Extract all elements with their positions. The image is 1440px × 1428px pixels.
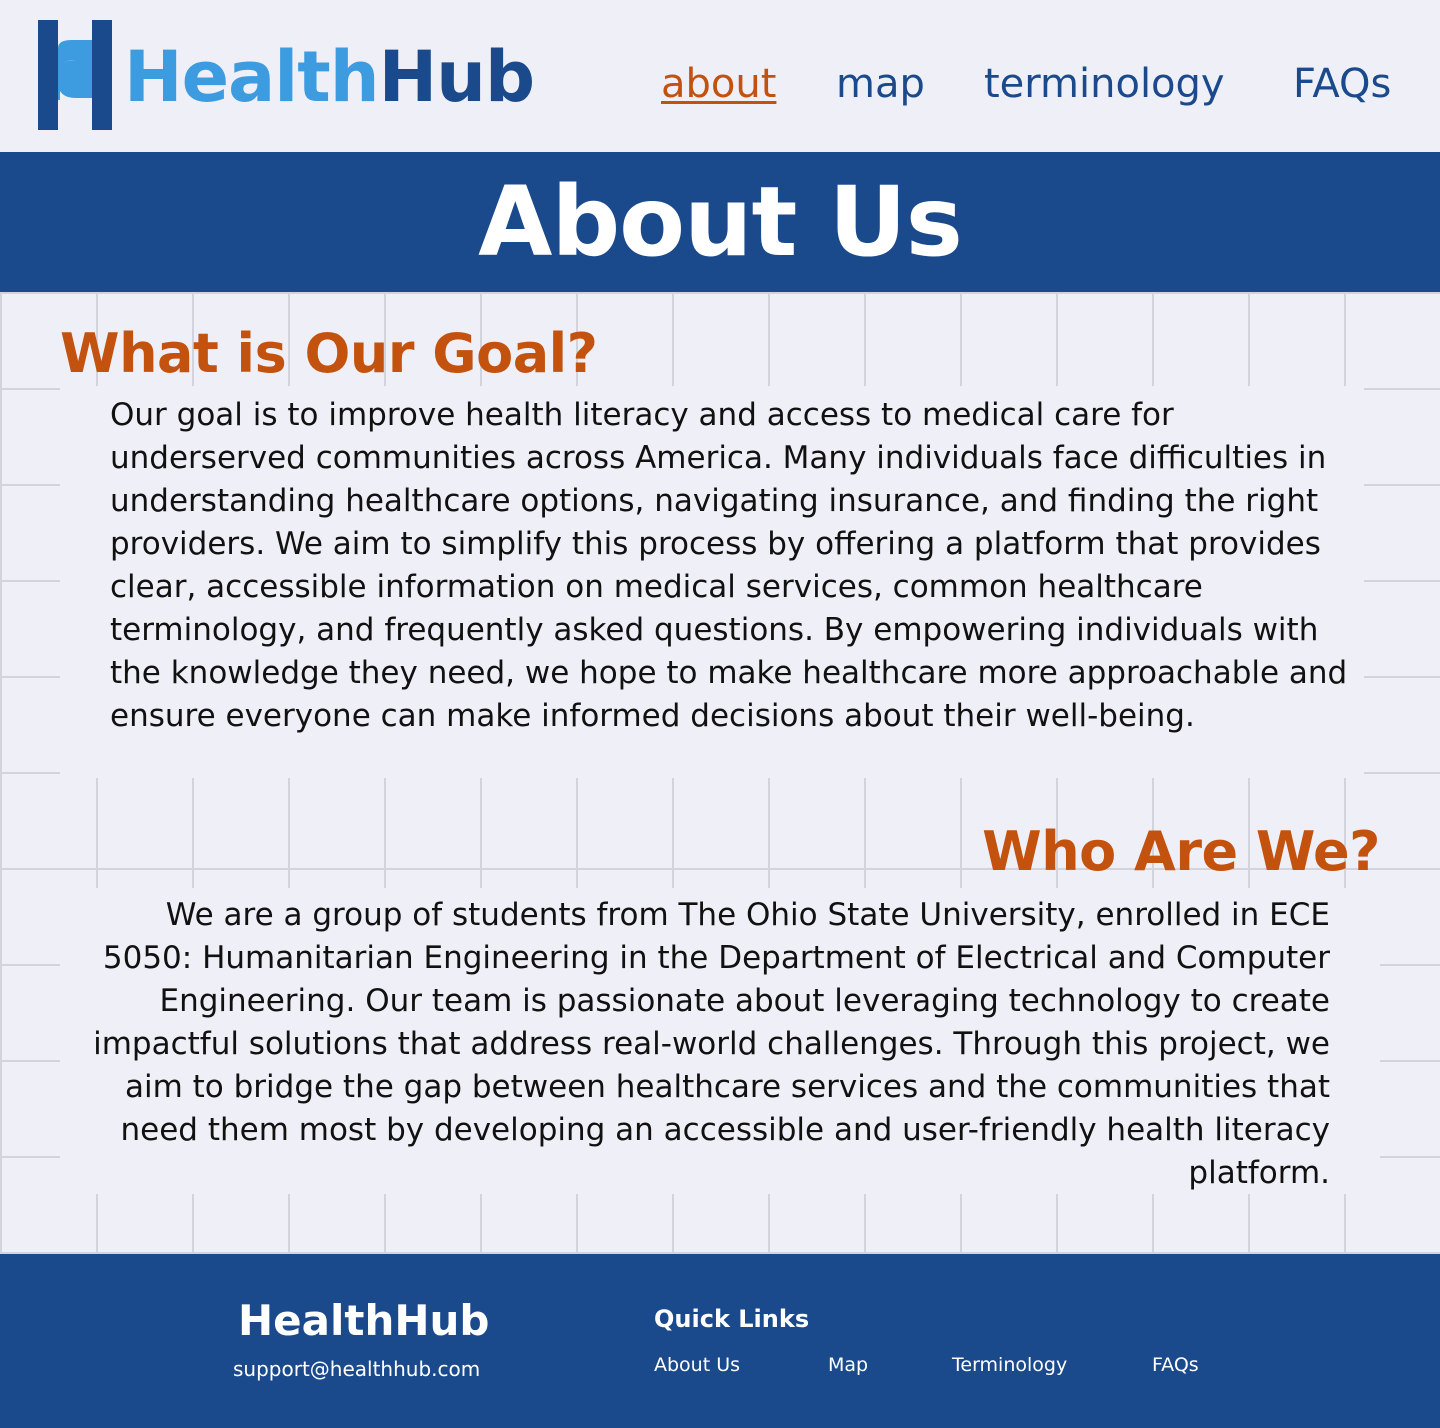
who-paragraph: We are a group of students from The Ohio… <box>93 897 1330 1191</box>
nav-link-terminology[interactable]: terminology <box>984 58 1225 110</box>
main-content: What is Our Goal? Our goal is to improve… <box>0 292 1440 1254</box>
goal-heading: What is Our Goal? <box>60 322 598 385</box>
h-logo-icon[interactable] <box>38 20 112 130</box>
footer-link-terminology[interactable]: Terminology <box>952 1352 1067 1378</box>
footer-link-map[interactable]: Map <box>828 1352 868 1378</box>
footer-link-faqs[interactable]: FAQs <box>1152 1352 1199 1378</box>
who-heading: Who Are We? <box>982 820 1380 883</box>
nav-link-map[interactable]: map <box>836 58 925 110</box>
logo-text-hub: Hub <box>378 36 536 118</box>
nav-link-about[interactable]: about <box>661 58 776 110</box>
footer-link-about[interactable]: About Us <box>654 1352 740 1378</box>
logo-text-health: Health <box>124 36 380 118</box>
page-title: About Us <box>478 166 963 278</box>
site-footer: HealthHub support@healthhub.com Quick Li… <box>0 1254 1440 1428</box>
page-banner: About Us <box>0 152 1440 292</box>
site-logo[interactable]: HealthHub <box>124 34 536 120</box>
footer-quick-links-title: Quick Links <box>654 1305 810 1333</box>
site-header: HealthHub about map terminology FAQs <box>0 0 1440 152</box>
footer-brand: HealthHub <box>238 1296 490 1345</box>
nav-link-faqs[interactable]: FAQs <box>1293 58 1391 110</box>
goal-paragraph: Our goal is to improve health literacy a… <box>110 397 1348 734</box>
footer-email-link[interactable]: support@healthhub.com <box>233 1356 480 1382</box>
